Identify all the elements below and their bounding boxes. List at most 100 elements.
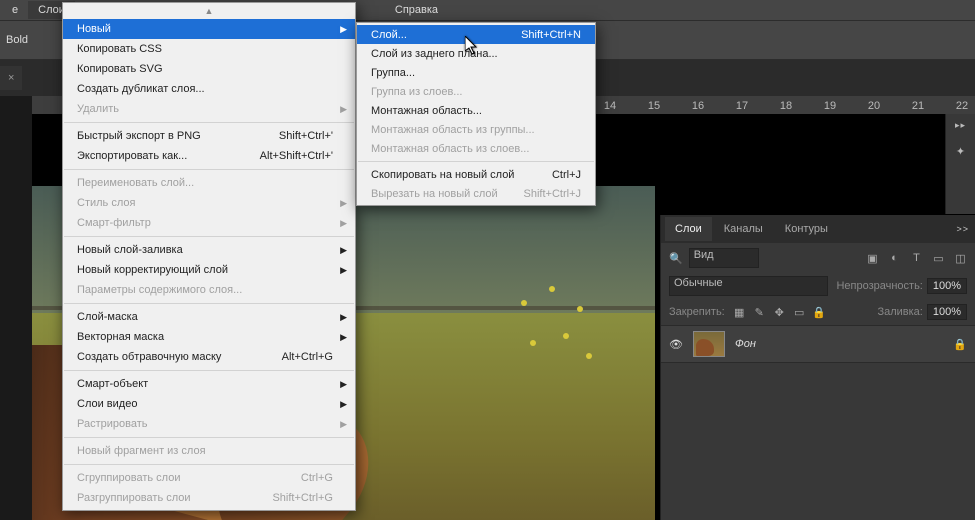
menu-item-help[interactable]: Справка (385, 1, 448, 19)
lock-position-icon[interactable]: ✥ (773, 306, 786, 319)
submenu-arrow-icon: ▶ (340, 218, 347, 229)
ruler-label: 19 (824, 100, 836, 112)
ruler-label: 15 (648, 100, 660, 112)
tab-paths[interactable]: Контуры (775, 217, 838, 241)
layer-lock-icon[interactable]: 🔒 (953, 338, 967, 351)
menu-item-label: Смарт-фильтр (77, 217, 151, 229)
menu-item[interactable]: Экспортировать как...Alt+Shift+Ctrl+' (63, 146, 355, 166)
menu-item-shortcut: Shift+Ctrl+N (521, 29, 581, 41)
lock-brush-icon[interactable]: ✎ (753, 306, 766, 319)
document-tab[interactable]: × (0, 66, 22, 90)
menu-item-label: Слои видео (77, 398, 137, 410)
menu-separator (64, 464, 354, 465)
menu-item-label: Растрировать (77, 418, 148, 430)
menu-item[interactable]: Слой из заднего плана... (357, 44, 595, 63)
menu-separator (64, 169, 354, 170)
menu-item: Смарт-фильтр ▶ (63, 213, 355, 233)
menu-item[interactable]: Создать обтравочную маскуAlt+Ctrl+G (63, 347, 355, 367)
close-icon[interactable]: × (8, 72, 14, 84)
menu-item-label: Переименовать слой... (77, 177, 194, 189)
menu-item[interactable]: Создать дубликат слоя... (63, 79, 355, 99)
menu-item[interactable]: Новый▶ (63, 19, 355, 39)
menu-item[interactable]: Скопировать на новый слойCtrl+J (357, 165, 595, 184)
menu-item: Новый фрагмент из слоя (63, 441, 355, 461)
menu-separator (64, 303, 354, 304)
ruler-label: 20 (868, 100, 880, 112)
menu-item-label: Новый фрагмент из слоя (77, 445, 206, 457)
filter-fx-icon[interactable]: ◐ (888, 252, 901, 265)
menu-item[interactable]: Слои видео ▶ (63, 394, 355, 414)
layer-thumbnail[interactable] (693, 331, 725, 357)
menu-item-label: Новый корректирующий слой (77, 264, 228, 276)
filter-text-icon[interactable]: T (910, 252, 923, 265)
filter-smart-icon[interactable]: ◫ (954, 252, 967, 265)
ruler-label: 17 (736, 100, 748, 112)
opacity-value[interactable]: 100% (927, 278, 967, 294)
ruler-label: 18 (780, 100, 792, 112)
lock-all-icon[interactable]: 🔒 (813, 306, 826, 319)
menu-item-label: Копировать CSS (77, 43, 162, 55)
menu-item[interactable]: Слой-маска▶ (63, 307, 355, 327)
menu-item[interactable]: Смарт-объект▶ (63, 374, 355, 394)
menu-item-label: Вырезать на новый слой (371, 188, 498, 200)
menu-item: Параметры содержимого слоя... (63, 280, 355, 300)
menu-item[interactable]: Новый слой-заливка▶ (63, 240, 355, 260)
layer-new-submenu: Слой... Shift+Ctrl+N Слой из заднего плана… (356, 22, 596, 206)
menu-item-label: Удалить (77, 103, 119, 115)
submenu-arrow-icon: ▶ (340, 24, 347, 35)
menu-item: Вырезать на новый слойShift+Ctrl+J (357, 184, 595, 203)
menu-item[interactable]: Новый корректирующий слой▶ (63, 260, 355, 280)
right-collapsed-panels[interactable]: ▸▸ ✦ (945, 114, 975, 214)
menu-separator (64, 437, 354, 438)
submenu-arrow-icon: ▶ (340, 245, 347, 256)
menu-item: Стиль слоя▶ (63, 193, 355, 213)
layer-row[interactable]: 👁 Фон 🔒 (661, 325, 975, 363)
panel-shortcut-icon[interactable]: ✦ (956, 145, 965, 158)
menu-item[interactable]: Копировать CSS (63, 39, 355, 59)
ruler-label: 22 (956, 100, 968, 112)
menu-item-label: Копировать SVG (77, 63, 163, 75)
menu-item-shortcut: Shift+Ctrl+G (272, 492, 333, 504)
filter-kind-dropdown[interactable]: Вид (689, 248, 759, 268)
opacity-label: Непрозрачность: (836, 280, 922, 292)
menu-item: Удалить ▶ (63, 99, 355, 119)
menu-item: Разгруппировать слоиShift+Ctrl+G (63, 488, 355, 508)
menu-item[interactable]: Слой... Shift+Ctrl+N (357, 25, 595, 44)
ruler-label: 14 (604, 100, 616, 112)
tab-layers[interactable]: Слои (665, 217, 712, 241)
filter-image-icon[interactable]: ▣ (866, 252, 879, 265)
panel-menu-icon[interactable]: ▸▸ (955, 120, 966, 131)
menu-item-label: Скопировать на новый слой (371, 169, 514, 181)
menu-item-label: Параметры содержимого слоя... (77, 284, 242, 296)
menu-item: Группа из слоев... (357, 82, 595, 101)
menu-item-label: Монтажная область из группы... (371, 124, 535, 136)
panel-tab-strip: Слои Каналы Контуры >> (661, 215, 975, 243)
menu-separator (64, 236, 354, 237)
menu-item-edit-fragment[interactable]: е (2, 1, 28, 19)
menu-item-label: Слой... (371, 29, 407, 41)
filter-shape-icon[interactable]: ▭ (932, 252, 945, 265)
menu-item[interactable]: Векторная маска▶ (63, 327, 355, 347)
menu-item[interactable]: Группа... (357, 63, 595, 82)
panel-flyout-icon[interactable]: >> (956, 224, 969, 234)
layer-filter-row: 🔍 Вид ▣ ◐ T ▭ ◫ (661, 243, 975, 273)
visibility-eye-icon[interactable]: 👁 (669, 338, 683, 351)
menu-item-label: Группа из слоев... (371, 86, 462, 98)
menu-item[interactable]: Монтажная область... (357, 101, 595, 120)
submenu-arrow-icon: ▶ (340, 312, 347, 323)
submenu-arrow-icon: ▶ (340, 399, 347, 410)
search-icon: 🔍 (669, 252, 683, 265)
menu-item[interactable]: Копировать SVG (63, 59, 355, 79)
tab-channels[interactable]: Каналы (714, 217, 773, 241)
blend-mode-dropdown[interactable]: Обычные (669, 276, 828, 296)
menu-item[interactable]: Быстрый экспорт в PNGShift+Ctrl+' (63, 126, 355, 146)
fill-value[interactable]: 100% (927, 304, 967, 320)
lock-artboard-icon[interactable]: ▭ (793, 306, 806, 319)
lock-pixels-icon[interactable]: ▦ (733, 306, 746, 319)
menu-item-label: Монтажная область из слоев... (371, 143, 529, 155)
submenu-arrow-icon: ▶ (340, 104, 347, 115)
menu-scroll-up-icon[interactable]: ▲ (63, 5, 355, 19)
layer-name[interactable]: Фон (735, 338, 756, 350)
ruler-label: 16 (692, 100, 704, 112)
lock-label: Закрепить: (669, 306, 725, 318)
